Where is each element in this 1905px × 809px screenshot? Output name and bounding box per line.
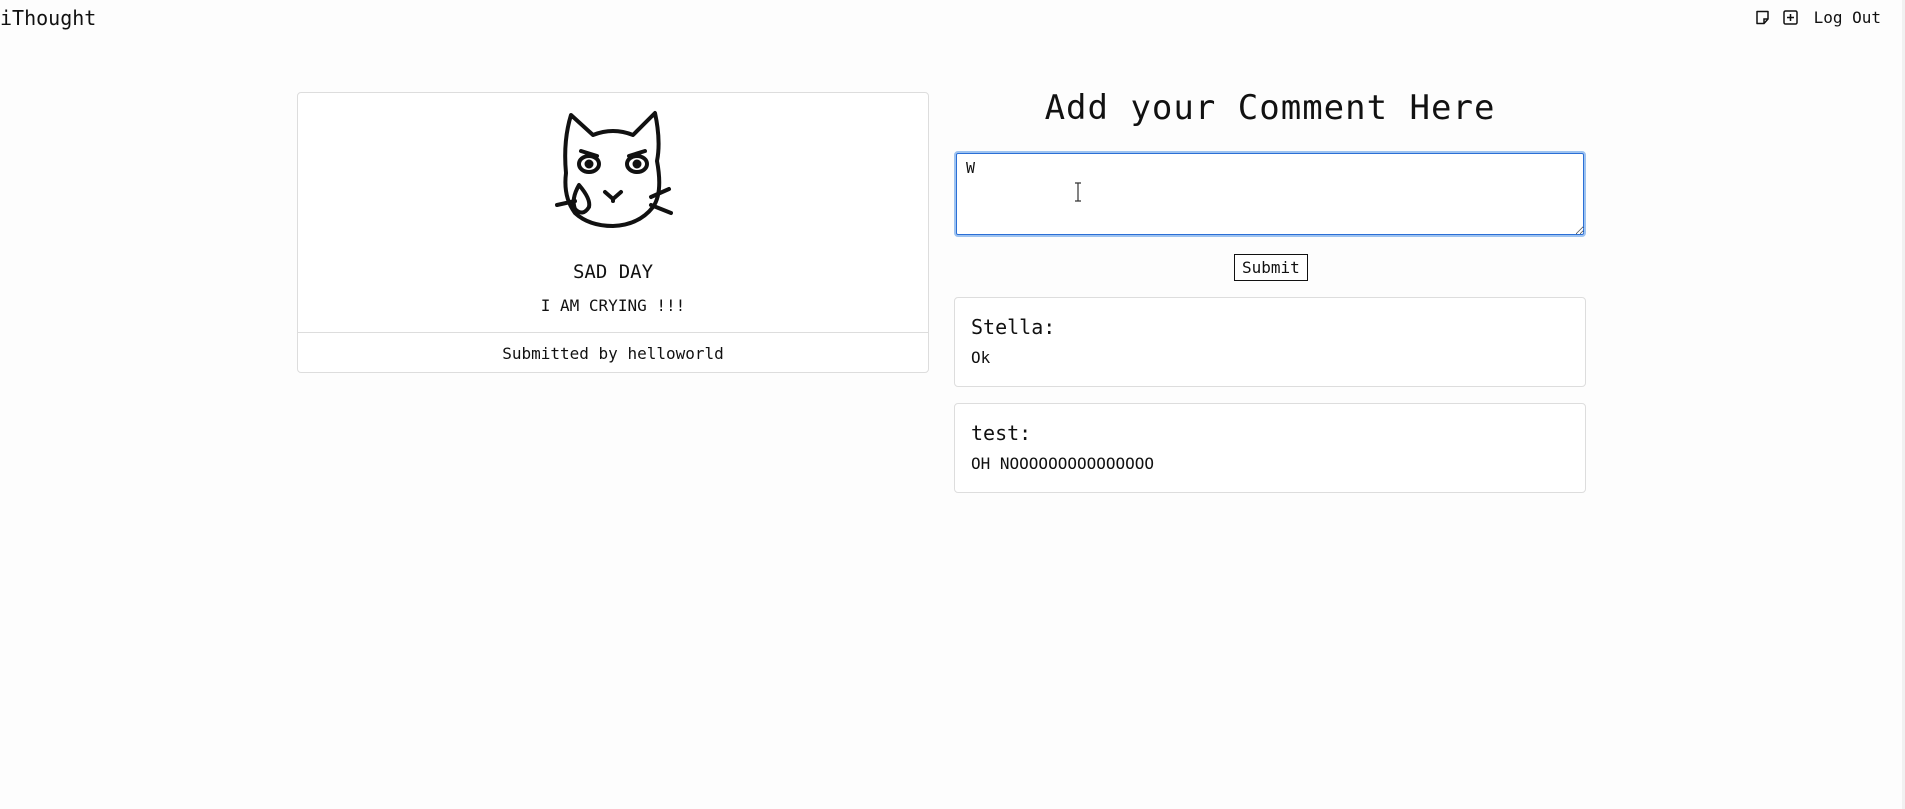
post-submitted-by: Submitted by helloworld — [298, 332, 928, 373]
crying-cat-icon — [553, 101, 673, 233]
comment-text: OH NOOOOOOOOOOOOOOO — [971, 454, 1155, 473]
comment-author: test: — [971, 421, 1032, 445]
add-square-icon[interactable] — [1782, 9, 1800, 27]
post-card: SAD DAY I AM CRYING !!! Submitted by hel… — [297, 92, 929, 373]
comment-text: Ok — [971, 348, 991, 367]
logout-link[interactable]: Log Out — [1814, 8, 1881, 27]
comment-author: Stella: — [971, 315, 1056, 339]
comment-input[interactable] — [954, 151, 1586, 237]
comment-card: test: OH NOOOOOOOOOOOOOOO — [954, 403, 1586, 493]
top-nav: iThought Log Out — [0, 0, 1905, 36]
note-icon[interactable] — [1754, 9, 1772, 27]
text-cursor-icon — [1073, 182, 1083, 202]
brand-logo[interactable]: iThought — [0, 6, 96, 30]
comment-heading: Add your Comment Here — [1044, 88, 1496, 128]
nav-actions: Log Out — [1754, 8, 1881, 27]
comment-card: Stella: Ok — [954, 297, 1586, 387]
submit-button[interactable]: Submit — [1234, 254, 1308, 281]
post-title: SAD DAY — [572, 261, 654, 283]
post-body: I AM CRYING !!! — [540, 296, 686, 315]
